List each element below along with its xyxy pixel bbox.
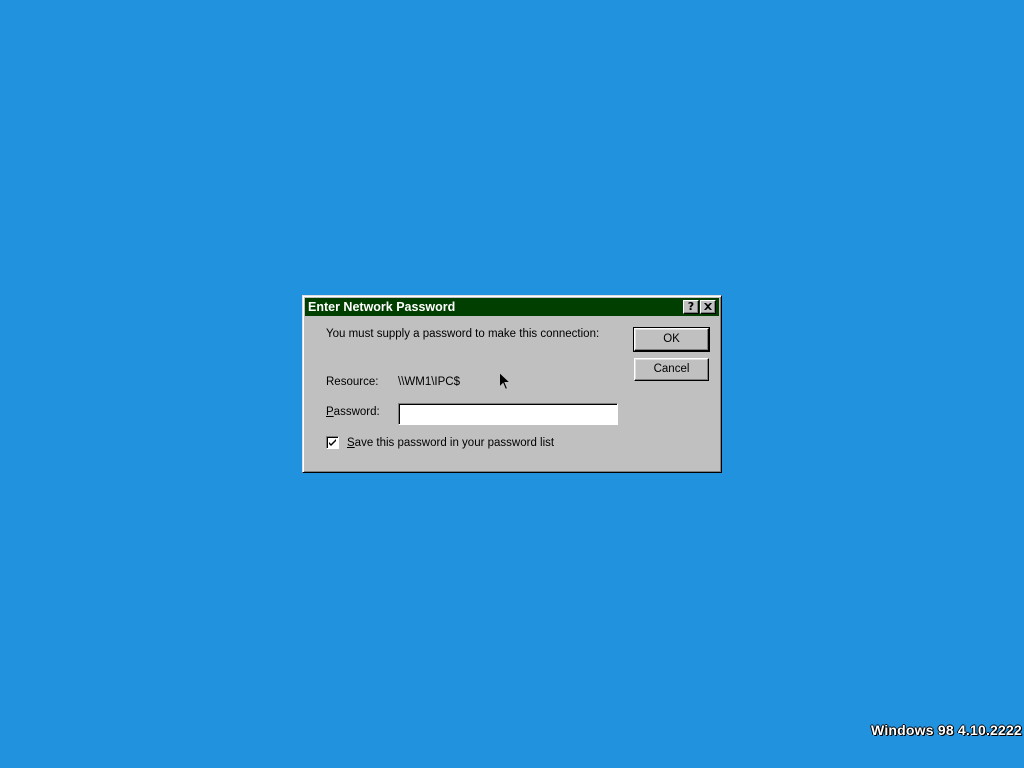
password-label-mnemonic: P [326, 406, 334, 418]
password-label-rest: assword: [333, 406, 380, 418]
password-label: Password: [326, 406, 380, 418]
help-button[interactable]: ? [683, 300, 699, 314]
resource-label: Resource: [326, 376, 379, 388]
dialog-titlebar[interactable]: Enter Network Password ? [305, 298, 719, 316]
enter-network-password-dialog: Enter Network Password ? You must supply… [302, 295, 722, 473]
close-button[interactable] [700, 300, 716, 314]
save-label-mnemonic: S [347, 437, 355, 449]
save-password-label[interactable]: Save this password in your password list [347, 437, 554, 449]
save-password-checkbox[interactable] [326, 436, 339, 449]
resource-value: \\WM1\IPC$ [398, 376, 460, 388]
question-mark-icon: ? [687, 300, 695, 313]
desktop: { "dialog": { "title": "Enter Network Pa… [0, 0, 1024, 768]
mouse-pointer-icon [499, 372, 511, 391]
connection-message: You must supply a password to make this … [326, 328, 600, 340]
save-label-rest: ave this password in your password list [354, 437, 555, 449]
ok-button[interactable]: OK [633, 327, 710, 352]
cancel-button[interactable]: Cancel [634, 358, 709, 381]
dialog-title: Enter Network Password [308, 300, 456, 314]
windows-version-watermark: Windows 98 4.10.2222 [871, 722, 1022, 738]
password-input[interactable] [398, 403, 618, 425]
close-icon [704, 303, 712, 310]
checkmark-icon [329, 439, 336, 446]
